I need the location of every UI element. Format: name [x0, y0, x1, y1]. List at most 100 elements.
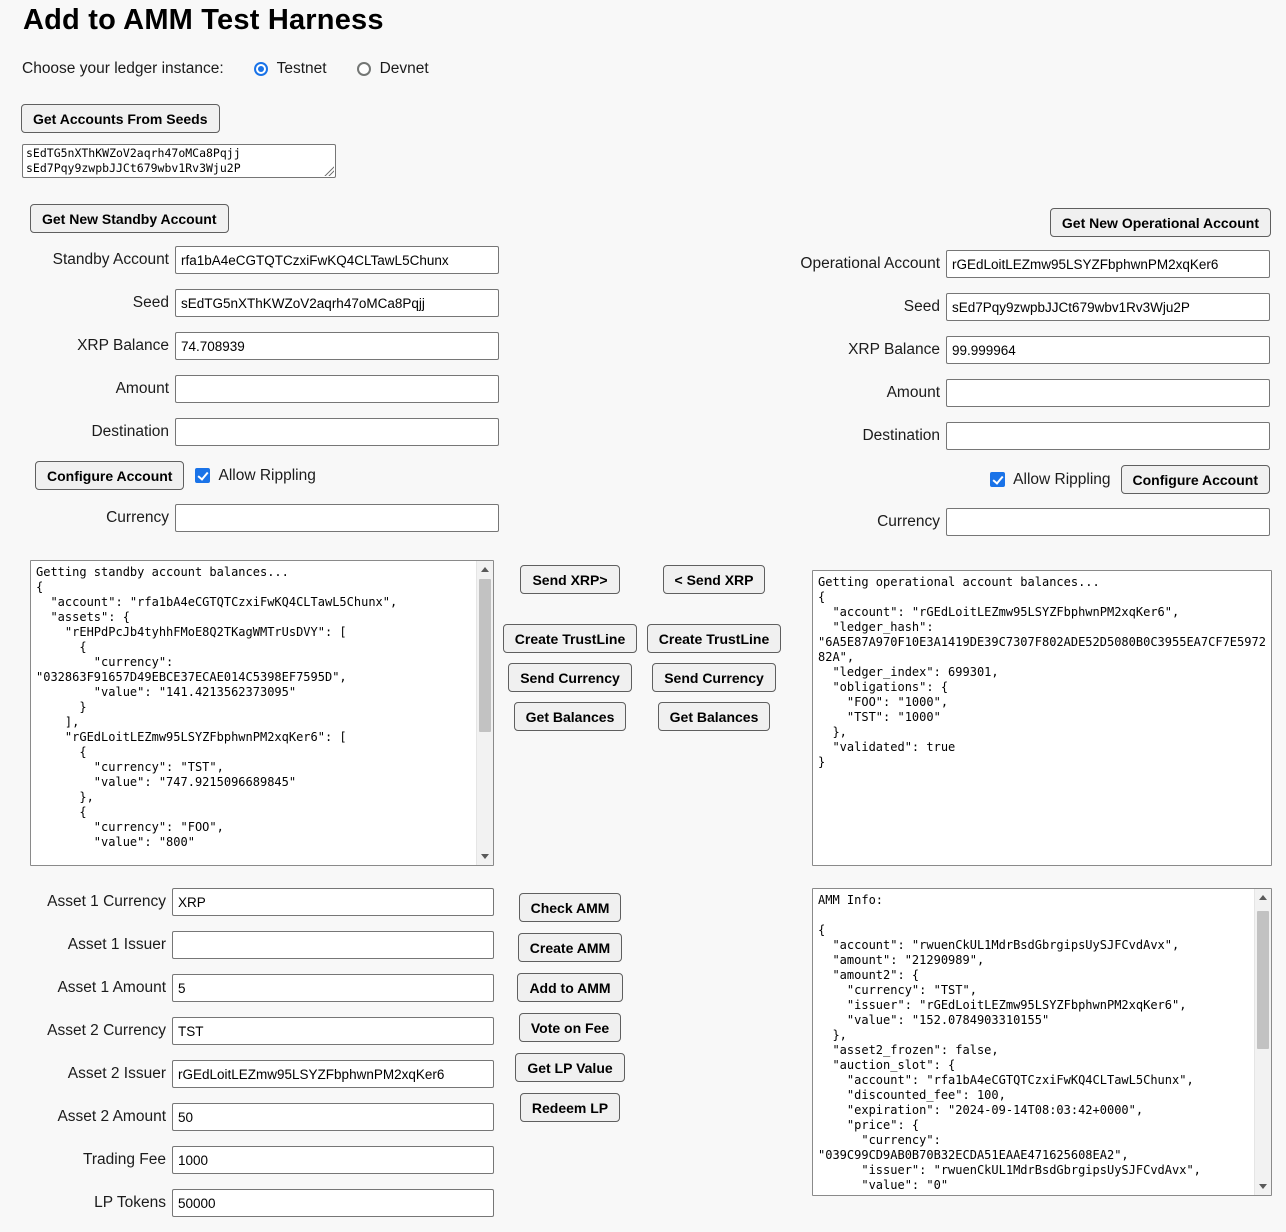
radio-option-devnet[interactable]: Devnet — [357, 60, 429, 78]
operational-seed-label: Seed — [617, 298, 946, 316]
standby-configure-account-button[interactable]: Configure Account — [35, 461, 184, 490]
page-title: Add to AMM Test Harness — [23, 4, 384, 37]
ledger-chooser-label: Choose your ledger instance: — [22, 60, 224, 78]
asset2-issuer-input[interactable] — [172, 1060, 494, 1088]
scrollbar-thumb[interactable] — [1257, 911, 1269, 1049]
operational-seed-input[interactable] — [946, 293, 1270, 321]
asset2-currency-label: Asset 2 Currency — [0, 1022, 172, 1040]
get-new-standby-account-button[interactable]: Get New Standby Account — [30, 204, 229, 233]
vote-on-fee-button[interactable]: Vote on Fee — [519, 1013, 621, 1042]
asset2-amount-label: Asset 2 Amount — [0, 1108, 172, 1126]
operational-send-currency-button[interactable]: Send Currency — [652, 663, 776, 692]
trading-fee-label: Trading Fee — [0, 1151, 172, 1169]
operational-currency-row: Currency — [617, 508, 1270, 536]
asset2-amount-input[interactable] — [172, 1103, 494, 1131]
asset1-issuer-input[interactable] — [172, 931, 494, 959]
standby-results-textarea[interactable]: Getting standby account balances... { "a… — [30, 560, 494, 866]
get-accounts-from-seeds-button[interactable]: Get Accounts From Seeds — [21, 104, 220, 133]
amm-info-textarea[interactable]: AMM Info: { "account": "rwuenCkUL1MdrBsd… — [812, 888, 1272, 1196]
asset2-issuer-label: Asset 2 Issuer — [0, 1065, 172, 1083]
standby-transfer-buttons: Send XRP> Create TrustLine Send Currency… — [505, 565, 635, 731]
standby-xrp-balance-input[interactable] — [175, 332, 499, 360]
standby-amount-label: Amount — [0, 380, 175, 398]
asset1-issuer-row: Asset 1 Issuer — [0, 931, 494, 959]
operational-account-label: Operational Account — [617, 255, 946, 273]
standby-destination-input[interactable] — [175, 418, 499, 446]
amm-test-harness-page: { "page": { "title": "Add to AMM Test Ha… — [0, 0, 1286, 1232]
radio-testnet-icon[interactable] — [254, 62, 268, 76]
amm-info-scrollbar[interactable] — [1254, 889, 1271, 1195]
operational-seed-row: Seed — [617, 293, 1270, 321]
standby-amount-row: Amount — [0, 375, 499, 403]
standby-destination-label: Destination — [0, 423, 175, 441]
operational-xrp-balance-input[interactable] — [946, 336, 1270, 364]
operational-allow-rippling-label: Allow Rippling — [1013, 471, 1110, 489]
create-amm-button[interactable]: Create AMM — [518, 933, 622, 962]
operational-xrp-balance-label: XRP Balance — [617, 341, 946, 359]
standby-currency-input[interactable] — [175, 504, 499, 532]
scrollbar-thumb[interactable] — [479, 579, 491, 732]
standby-results-scrollbar[interactable] — [476, 561, 493, 865]
scroll-down-icon[interactable] — [477, 848, 493, 865]
operational-results-text: Getting operational account balances... … — [818, 575, 1266, 862]
standby-create-trustline-button[interactable]: Create TrustLine — [503, 624, 637, 653]
standby-allow-rippling-label: Allow Rippling — [218, 467, 315, 485]
asset1-amount-label: Asset 1 Amount — [0, 979, 172, 997]
standby-amount-input[interactable] — [175, 375, 499, 403]
scroll-up-icon[interactable] — [477, 561, 493, 578]
standby-currency-label: Currency — [0, 509, 175, 527]
asset1-amount-row: Asset 1 Amount — [0, 974, 494, 1002]
operational-configure-account-button[interactable]: Configure Account — [1121, 465, 1270, 494]
asset1-issuer-label: Asset 1 Issuer — [0, 936, 172, 954]
asset2-currency-input[interactable] — [172, 1017, 494, 1045]
operational-currency-label: Currency — [617, 513, 946, 531]
operational-currency-input[interactable] — [946, 508, 1270, 536]
standby-account-row: Standby Account — [0, 246, 499, 274]
trading-fee-input[interactable] — [172, 1146, 494, 1174]
operational-get-balances-button[interactable]: Get Balances — [658, 702, 771, 731]
scroll-down-icon[interactable] — [1255, 1178, 1271, 1195]
standby-allow-rippling-checkbox[interactable] — [195, 468, 210, 483]
add-to-amm-button[interactable]: Add to AMM — [517, 973, 622, 1002]
radio-devnet-icon[interactable] — [357, 62, 371, 76]
asset1-currency-input[interactable] — [172, 888, 494, 916]
operational-results-textarea[interactable]: Getting operational account balances... … — [812, 570, 1272, 866]
operational-allow-rippling-checkbox[interactable] — [990, 472, 1005, 487]
standby-xrp-balance-row: XRP Balance — [0, 332, 499, 360]
asset1-currency-label: Asset 1 Currency — [0, 893, 172, 911]
resize-grip-icon[interactable] — [324, 166, 334, 176]
get-lp-value-button[interactable]: Get LP Value — [515, 1053, 624, 1082]
standby-seed-label: Seed — [0, 294, 175, 312]
operational-destination-label: Destination — [617, 427, 946, 445]
standby-account-label: Standby Account — [0, 251, 175, 269]
standby-seed-input[interactable] — [175, 289, 499, 317]
standby-seed-row: Seed — [0, 289, 499, 317]
redeem-lp-button[interactable]: Redeem LP — [520, 1093, 620, 1122]
standby-xrp-balance-label: XRP Balance — [0, 337, 175, 355]
amm-info-text: AMM Info: { "account": "rwuenCkUL1MdrBsd… — [818, 893, 1249, 1192]
check-amm-button[interactable]: Check AMM — [519, 893, 622, 922]
operational-destination-row: Destination — [617, 422, 1270, 450]
operational-xrp-balance-row: XRP Balance — [617, 336, 1270, 364]
send-xrp-to-operational-button[interactable]: Send XRP> — [520, 565, 619, 594]
ledger-chooser: Choose your ledger instance: Testnet Dev… — [22, 60, 429, 78]
standby-account-input[interactable] — [175, 246, 499, 274]
operational-account-input[interactable] — [946, 250, 1270, 278]
standby-get-balances-button[interactable]: Get Balances — [514, 702, 627, 731]
seeds-textarea[interactable]: sEdTG5nXThKWZoV2aqrh47oMCa8Pqjj sEd7Pqy9… — [22, 144, 336, 178]
scroll-up-icon[interactable] — [1255, 889, 1271, 906]
operational-destination-input[interactable] — [946, 422, 1270, 450]
standby-send-currency-button[interactable]: Send Currency — [508, 663, 632, 692]
get-new-operational-account-button[interactable]: Get New Operational Account — [1050, 208, 1271, 237]
asset1-amount-input[interactable] — [172, 974, 494, 1002]
send-xrp-to-standby-button[interactable]: < Send XRP — [663, 565, 766, 594]
lp-tokens-row: LP Tokens — [0, 1189, 494, 1217]
asset2-currency-row: Asset 2 Currency — [0, 1017, 494, 1045]
lp-tokens-input[interactable] — [172, 1189, 494, 1217]
operational-create-trustline-button[interactable]: Create TrustLine — [647, 624, 781, 653]
radio-option-testnet[interactable]: Testnet — [254, 60, 327, 78]
operational-amount-row: Amount — [617, 379, 1270, 407]
operational-amount-input[interactable] — [946, 379, 1270, 407]
standby-results-text: Getting standby account balances... { "a… — [36, 565, 471, 862]
operational-configure-row: Allow Rippling Configure Account — [990, 465, 1270, 494]
